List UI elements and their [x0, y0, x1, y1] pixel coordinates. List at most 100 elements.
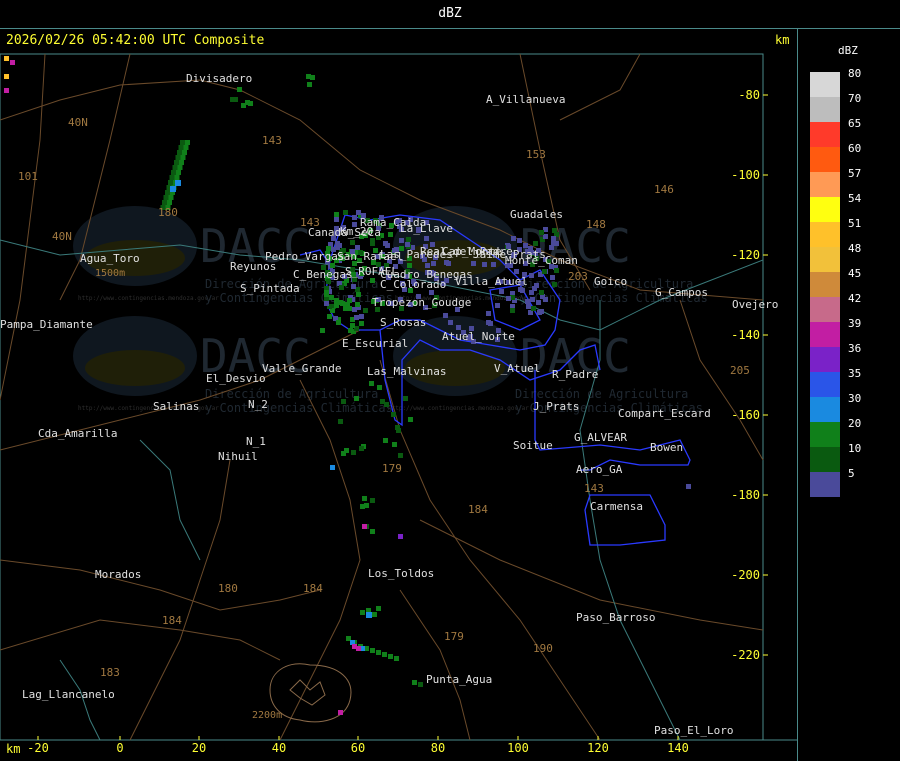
echo-cell	[178, 145, 184, 150]
place-label: G_Campos	[655, 286, 708, 299]
echo-cell	[539, 230, 544, 235]
legend-label: 5	[848, 467, 855, 480]
panel-divider	[797, 28, 798, 761]
echo-cell	[356, 646, 361, 651]
place-label: R_Padre	[552, 368, 598, 381]
echo-cell	[360, 610, 365, 615]
place-label: Los_Toldos	[368, 567, 434, 580]
echo-cell	[366, 612, 372, 618]
y-tick-label: -200	[731, 568, 760, 582]
echo-cell	[486, 311, 491, 316]
echo-cell	[408, 417, 413, 422]
echo-cell	[392, 442, 397, 447]
echo-cell	[511, 236, 516, 241]
echo-cell	[364, 503, 369, 508]
route-label: 143	[262, 134, 282, 147]
echo-cell	[537, 310, 542, 315]
echo-cell	[329, 295, 334, 300]
y-tick-label: -220	[731, 648, 760, 662]
echo-cell	[344, 448, 349, 453]
echo-cell	[174, 175, 180, 180]
legend-swatch	[810, 272, 840, 297]
legend-label: 39	[848, 317, 862, 330]
echo-cell	[554, 268, 559, 273]
legend-swatch	[810, 422, 840, 447]
echo-cell	[552, 282, 557, 287]
elevation-label: 1500m	[95, 268, 125, 279]
place-label: Nihuil	[218, 450, 258, 463]
place-label: G_ALVEAR	[574, 431, 627, 444]
place-label: Las_Malvinas	[367, 365, 446, 378]
echo-cell	[354, 315, 359, 320]
echo-cell	[350, 323, 355, 328]
route-label: 143	[584, 482, 604, 495]
echo-cell	[377, 385, 382, 390]
x-tick-label: 140	[667, 741, 689, 755]
echo-cell	[4, 74, 9, 79]
echo-cell	[324, 290, 329, 295]
echo-cell	[338, 419, 343, 424]
echo-cell	[531, 306, 536, 311]
legend-label: 54	[848, 192, 862, 205]
place-label: Valle_Grande	[262, 362, 341, 375]
place-label: El_Desvio	[206, 372, 266, 385]
route-label: 148	[586, 218, 606, 231]
echo-cell	[506, 296, 511, 301]
watermark-sub1: Dirección de Agricultura	[205, 387, 378, 401]
legend-swatch	[810, 147, 840, 172]
echo-cell	[4, 88, 9, 93]
echo-cell	[499, 289, 504, 294]
echo-cell	[341, 399, 346, 404]
echo-cell	[448, 320, 453, 325]
route-label: 184	[468, 503, 488, 516]
route-label: 143	[300, 216, 320, 229]
echo-cell	[495, 303, 500, 308]
echo-cell	[370, 498, 375, 503]
route-label: 184	[162, 614, 182, 627]
legend-label: 80	[848, 67, 862, 80]
echo-cell	[533, 241, 538, 246]
elevation-label: 2200m	[252, 710, 282, 721]
legend-title: dBZ	[838, 44, 858, 57]
echo-cell	[517, 238, 522, 243]
echo-cell	[388, 654, 393, 659]
echo-cell	[383, 241, 388, 246]
echo-cell	[334, 212, 339, 217]
place-label: Carmensa	[590, 500, 643, 513]
legend-swatch	[810, 372, 840, 397]
echo-cell	[396, 428, 401, 433]
echo-cell	[372, 612, 377, 617]
x-tick-label: 60	[351, 741, 365, 755]
route-label: 179	[444, 630, 464, 643]
radar-map[interactable]: DACC DACC Dirección de Agricultura y Con…	[0, 0, 797, 761]
echo-cell	[446, 261, 451, 266]
echo-cell	[412, 680, 417, 685]
echo-cell	[175, 155, 181, 160]
echo-cell	[406, 237, 411, 242]
legend-swatch	[810, 297, 840, 322]
route-label: 146	[654, 183, 674, 196]
legend-label: 35	[848, 367, 862, 380]
echo-cell	[370, 648, 375, 653]
echo-cell	[551, 236, 556, 241]
echo-cell	[165, 190, 170, 195]
route-label: 180	[158, 206, 178, 219]
place-label: Compart_Escard	[618, 407, 711, 420]
echo-cell	[180, 140, 185, 145]
x-tick-label: 0	[116, 741, 123, 755]
echo-cell	[168, 195, 174, 200]
route-label: 203	[568, 270, 588, 283]
legend-label: 36	[848, 342, 862, 355]
route-label: 40N	[68, 116, 88, 129]
echo-cell	[370, 241, 375, 246]
route-label: 183	[100, 666, 120, 679]
watermark-sub1: Dirección de Agricultura	[515, 387, 688, 401]
route-label: 179	[382, 462, 402, 475]
echo-cell	[168, 180, 173, 185]
echo-cell	[542, 269, 547, 274]
echo-cell	[394, 656, 399, 661]
echo-cell	[418, 682, 423, 687]
echo-cell	[370, 278, 375, 283]
legend-swatch	[810, 447, 840, 472]
place-label: V_Atuel	[494, 362, 540, 375]
